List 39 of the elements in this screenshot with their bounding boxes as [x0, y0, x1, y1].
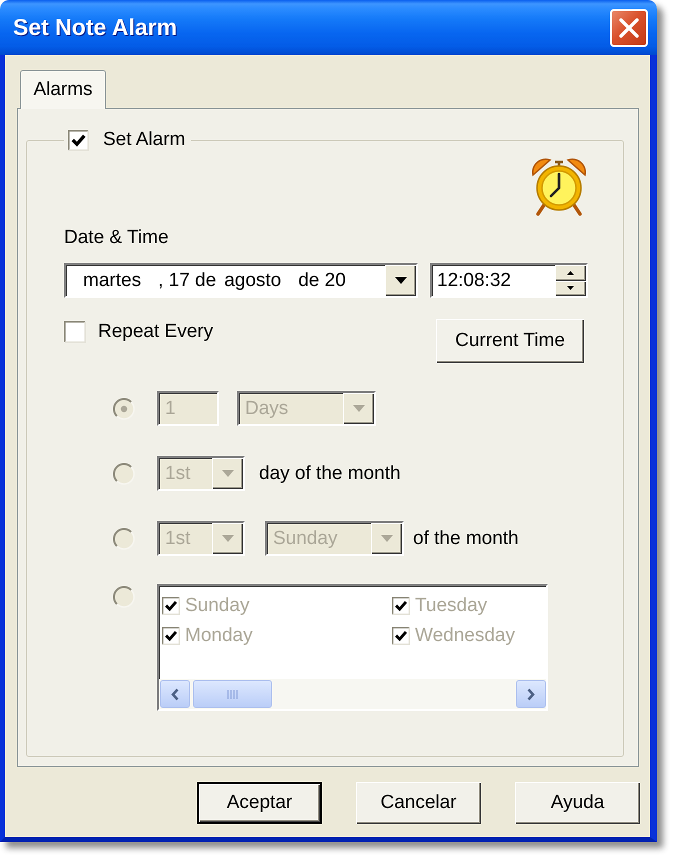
option-label: day of the month	[259, 462, 401, 484]
dialog-button[interactable]: Aceptar	[197, 782, 322, 824]
option-label: of the month	[413, 528, 519, 550]
tab[interactable]: Alarms	[20, 70, 106, 109]
up-arrow-icon	[567, 270, 574, 275]
weekday-label: Tuesday	[415, 595, 488, 617]
scrollbar-thumb[interactable]	[193, 680, 272, 708]
dialog-button[interactable]: Ayuda	[515, 782, 640, 824]
caret-icon	[222, 535, 234, 542]
close-icon	[618, 16, 640, 38]
horizontal-scrollbar[interactable]	[159, 679, 546, 709]
scroll-left-button[interactable]	[160, 680, 190, 708]
weekday-label: Sunday	[185, 595, 250, 617]
checkbox[interactable]	[68, 130, 89, 150]
spin-down-button[interactable]	[555, 280, 586, 296]
caret-icon	[394, 277, 406, 284]
caret-icon	[222, 470, 234, 477]
down-arrow-icon	[567, 286, 574, 290]
chevron-right-icon	[527, 688, 535, 700]
checkbox[interactable]	[64, 321, 86, 343]
caret-icon	[352, 405, 364, 412]
chevron-left-icon	[171, 688, 179, 700]
dialog-button[interactable]: Cancelar	[356, 782, 481, 824]
date-picker[interactable]: martes , 17 de agosto de 20	[64, 263, 418, 298]
grip-icon	[227, 690, 238, 698]
scroll-right-button[interactable]	[516, 680, 546, 708]
checkbox-label: Repeat Every	[98, 321, 214, 343]
field-label: Date & Time	[64, 227, 169, 249]
dropdown-button[interactable]	[385, 265, 416, 296]
alarm-clock-icon	[530, 156, 588, 216]
window-title: Set Note Alarm	[13, 14, 178, 41]
weekday-label: Monday	[185, 625, 253, 647]
time-field[interactable]: 12:08:32	[430, 263, 588, 298]
close-button[interactable]	[610, 8, 648, 46]
checkbox-label: Set Alarm	[103, 129, 186, 151]
weekday-label: Wednesday	[415, 625, 515, 647]
current-time-button[interactable]: Current Time	[436, 319, 584, 363]
caret-icon	[380, 535, 392, 542]
spin-up-button[interactable]	[555, 265, 586, 280]
